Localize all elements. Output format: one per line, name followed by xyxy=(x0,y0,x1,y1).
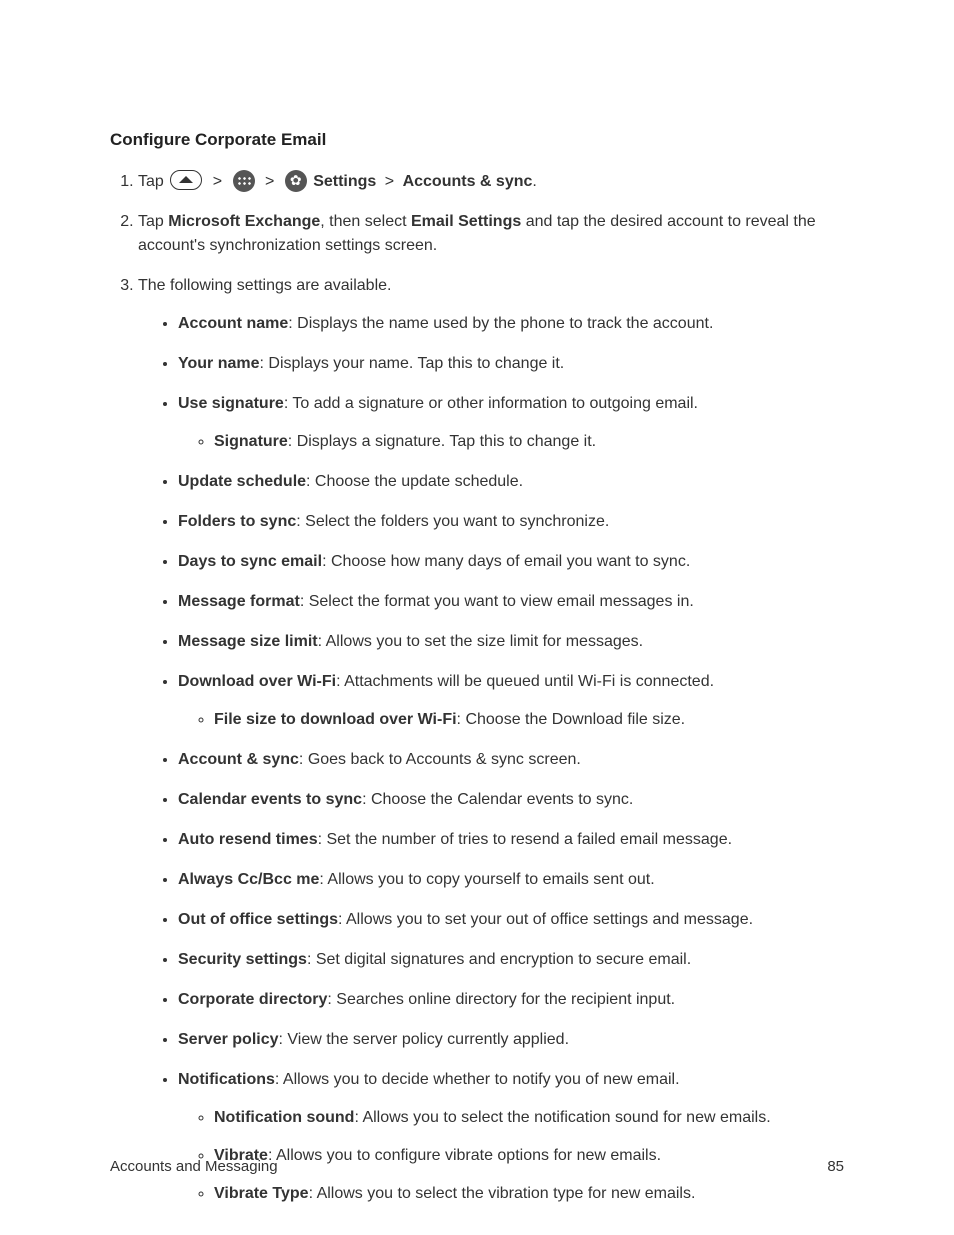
setting-desc: : Choose how many days of email you want… xyxy=(322,553,690,570)
step-2: Tap Microsoft Exchange, then select Emai… xyxy=(138,210,844,258)
setting-name: Update schedule xyxy=(178,473,306,490)
setting-desc: : Goes back to Accounts & sync screen. xyxy=(299,751,581,768)
setting-desc: : Set the number of tries to resend a fa… xyxy=(318,831,732,848)
setting-sub-desc: : Allows you to select the vibration typ… xyxy=(309,1185,696,1202)
setting-item: Folders to sync: Select the folders you … xyxy=(178,510,844,534)
setting-name: Calendar events to sync xyxy=(178,791,362,808)
setting-name: Always Cc/Bcc me xyxy=(178,871,319,888)
setting-name: Account name xyxy=(178,315,288,332)
settings-label: Settings xyxy=(313,173,376,190)
step-3: The following settings are available. Ac… xyxy=(138,274,844,1206)
setting-sub-desc: : Allows you to select the notification … xyxy=(354,1109,770,1126)
setting-item: Auto resend times: Set the number of tri… xyxy=(178,828,844,852)
step2-ms-exchange: Microsoft Exchange xyxy=(168,213,320,230)
setting-item: Always Cc/Bcc me: Allows you to copy you… xyxy=(178,868,844,892)
breadcrumb-separator: > xyxy=(385,173,394,190)
period: . xyxy=(532,173,536,190)
setting-item: Notifications: Allows you to decide whet… xyxy=(178,1068,844,1206)
setting-name: Message size limit xyxy=(178,633,318,650)
setting-name: Use signature xyxy=(178,395,284,412)
setting-desc: : Choose the update schedule. xyxy=(306,473,523,490)
setting-desc: : Attachments will be queued until Wi-Fi… xyxy=(336,673,714,690)
setting-name: Message format xyxy=(178,593,300,610)
setting-sub-name: Notification sound xyxy=(214,1109,354,1126)
setting-name: Download over Wi-Fi xyxy=(178,673,336,690)
step-1: Tap > > ✿ Settings > Accounts & sync. xyxy=(138,170,844,194)
setting-sub-item: Vibrate Type: Allows you to select the v… xyxy=(214,1182,844,1206)
setting-desc: : Displays your name. Tap this to change… xyxy=(260,355,565,372)
setting-name: Days to sync email xyxy=(178,553,322,570)
setting-name: Out of office settings xyxy=(178,911,338,928)
setting-sub-desc: : Displays a signature. Tap this to chan… xyxy=(288,433,596,450)
setting-sub-list: File size to download over Wi-Fi: Choose… xyxy=(178,708,844,732)
setting-sub-name: Vibrate Type xyxy=(214,1185,309,1202)
setting-item: Account name: Displays the name used by … xyxy=(178,312,844,336)
setting-sub-name: Signature xyxy=(214,433,288,450)
setting-sub-item: Notification sound: Allows you to select… xyxy=(214,1106,844,1130)
setting-item: Corporate directory: Searches online dir… xyxy=(178,988,844,1012)
footer-section: Accounts and Messaging xyxy=(110,1158,278,1175)
setting-desc: : Set digital signatures and encryption … xyxy=(307,951,691,968)
setting-sub-list: Signature: Displays a signature. Tap thi… xyxy=(178,430,844,454)
setting-sub-name: File size to download over Wi-Fi xyxy=(214,711,457,728)
setting-name: Your name xyxy=(178,355,260,372)
setting-item: Your name: Displays your name. Tap this … xyxy=(178,352,844,376)
apps-icon xyxy=(233,170,255,192)
setting-desc: : Select the format you want to view ema… xyxy=(300,593,694,610)
home-icon xyxy=(170,170,202,190)
accounts-sync-label: Accounts & sync xyxy=(403,173,533,190)
page-footer: Accounts and Messaging 85 xyxy=(110,1158,844,1175)
setting-item: Security settings: Set digital signature… xyxy=(178,948,844,972)
steps-list: Tap > > ✿ Settings > Accounts & sync. Ta… xyxy=(110,170,844,1206)
setting-desc: : Allows you to set the size limit for m… xyxy=(318,633,643,650)
setting-sub-item: File size to download over Wi-Fi: Choose… xyxy=(214,708,844,732)
breadcrumb-separator: > xyxy=(265,173,274,190)
setting-desc: : Displays the name used by the phone to… xyxy=(288,315,713,332)
setting-name: Account & sync xyxy=(178,751,299,768)
setting-desc: : Allows you to decide whether to notify… xyxy=(275,1071,680,1088)
setting-desc: : To add a signature or other informatio… xyxy=(284,395,698,412)
setting-item: Calendar events to sync: Choose the Cale… xyxy=(178,788,844,812)
setting-item: Out of office settings: Allows you to se… xyxy=(178,908,844,932)
setting-item: Days to sync email: Choose how many days… xyxy=(178,550,844,574)
setting-desc: : Select the folders you want to synchro… xyxy=(296,513,609,530)
setting-item: Server policy: View the server policy cu… xyxy=(178,1028,844,1052)
breadcrumb-separator: > xyxy=(213,173,222,190)
step2-text: , then select xyxy=(320,213,411,230)
step1-prefix: Tap xyxy=(138,173,164,190)
setting-name: Corporate directory xyxy=(178,991,327,1008)
setting-sub-item: Signature: Displays a signature. Tap thi… xyxy=(214,430,844,454)
setting-item: Use signature: To add a signature or oth… xyxy=(178,392,844,454)
settings-gear-icon: ✿ xyxy=(285,170,307,192)
step3-intro: The following settings are available. xyxy=(138,277,391,294)
setting-name: Auto resend times xyxy=(178,831,318,848)
setting-name: Folders to sync xyxy=(178,513,296,530)
setting-item: Account & sync: Goes back to Accounts & … xyxy=(178,748,844,772)
setting-item: Update schedule: Choose the update sched… xyxy=(178,470,844,494)
setting-name: Notifications xyxy=(178,1071,275,1088)
setting-item: Download over Wi-Fi: Attachments will be… xyxy=(178,670,844,732)
section-heading: Configure Corporate Email xyxy=(110,130,844,150)
setting-desc: : Searches online directory for the reci… xyxy=(327,991,675,1008)
setting-sub-desc: : Choose the Download file size. xyxy=(457,711,686,728)
setting-sub-list: Notification sound: Allows you to select… xyxy=(178,1106,844,1206)
settings-bullets: Account name: Displays the name used by … xyxy=(138,312,844,1206)
setting-item: Message size limit: Allows you to set th… xyxy=(178,630,844,654)
setting-desc: : Choose the Calendar events to sync. xyxy=(362,791,633,808)
setting-desc: : View the server policy currently appli… xyxy=(279,1031,570,1048)
setting-name: Security settings xyxy=(178,951,307,968)
setting-item: Message format: Select the format you wa… xyxy=(178,590,844,614)
footer-page-number: 85 xyxy=(827,1158,844,1175)
step2-email-settings: Email Settings xyxy=(411,213,521,230)
setting-desc: : Allows you to copy yourself to emails … xyxy=(319,871,654,888)
setting-name: Server policy xyxy=(178,1031,279,1048)
setting-desc: : Allows you to set your out of office s… xyxy=(338,911,753,928)
step2-text: Tap xyxy=(138,213,168,230)
